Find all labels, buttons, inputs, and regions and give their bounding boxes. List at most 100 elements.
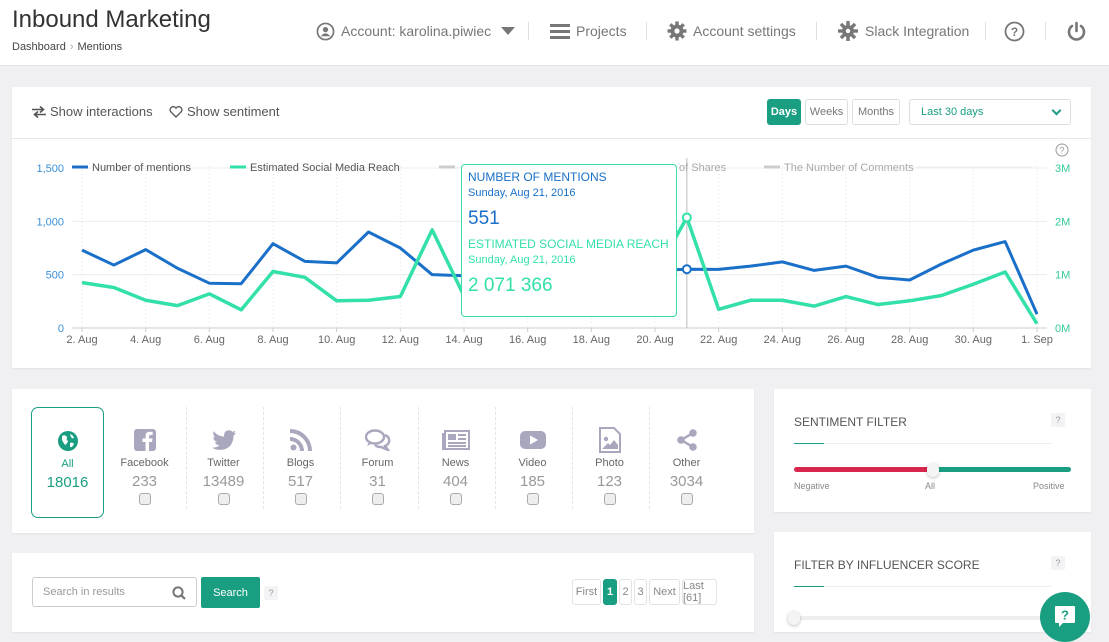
mentions-chart-panel: Show interactions Show sentiment Days We… <box>12 87 1091 368</box>
legend-label: The Number of Comments <box>784 162 914 174</box>
influencer-filter-title: FILTER BY INFLUENCER SCORE <box>794 558 980 572</box>
influencer-slider-track[interactable] <box>794 616 1051 620</box>
source-photo[interactable]: Photo 123 <box>573 407 646 518</box>
influencer-help-icon[interactable]: ? <box>1051 556 1065 570</box>
y-right-tick-label: 3M <box>1055 163 1070 175</box>
search-button[interactable]: Search <box>201 577 260 608</box>
nav-projects[interactable]: Projects <box>550 16 627 46</box>
y-left-tick-label: 1,500 <box>36 163 64 175</box>
nav-slack-integration[interactable]: Slack Integration <box>837 16 969 46</box>
highlight-point-reach <box>681 212 692 223</box>
comments-icon <box>364 429 390 451</box>
newspaper-icon <box>441 430 470 450</box>
tooltip-mentions-date: Sunday, Aug 21, 2016 <box>468 187 576 199</box>
pagination-page-2[interactable]: 2 <box>619 579 632 605</box>
sentiment-slider-handle[interactable] <box>927 463 939 477</box>
source-label: News <box>441 457 470 469</box>
pagination-page-1[interactable]: 1 <box>603 579 617 605</box>
source-facebook[interactable]: Facebook 233 <box>108 407 181 518</box>
source-checkbox[interactable] <box>449 493 462 505</box>
twitter-icon <box>211 430 236 450</box>
source-checkbox[interactable] <box>526 493 539 505</box>
y-right-tick-label: 1M <box>1055 270 1070 282</box>
y-left-tick-label: 1,000 <box>36 216 64 228</box>
chart-tooltip: NUMBER OF MENTIONS Sunday, Aug 21, 2016 … <box>461 164 677 317</box>
source-count: 18016 <box>46 474 89 491</box>
source-filter-panel: All 18016 Facebook 233 Twitter 13489 Blo… <box>12 389 754 533</box>
x-tick-label: 30. Aug <box>955 334 992 346</box>
source-twitter[interactable]: Twitter 13489 <box>187 407 260 518</box>
source-checkbox[interactable] <box>217 493 230 505</box>
sentiment-filter-panel: SENTIMENT FILTER ? Negative All Positive <box>774 389 1091 512</box>
source-all[interactable]: All 18016 <box>31 407 104 518</box>
facebook-icon <box>133 429 156 451</box>
pagination-page-3[interactable]: 3 <box>634 579 647 605</box>
source-count: 123 <box>596 473 623 490</box>
source-count: 517 <box>287 473 314 490</box>
nav-divider <box>1045 22 1046 40</box>
source-count: 31 <box>369 473 386 490</box>
influencer-slider-handle[interactable] <box>788 611 800 625</box>
globe-icon <box>57 431 78 451</box>
search-placeholder: Search in results <box>43 586 125 598</box>
title-underline <box>794 443 1051 444</box>
search-help-icon[interactable]: ? <box>264 586 278 600</box>
x-tick-label: 28. Aug <box>891 334 928 346</box>
tooltip-mentions-title: NUMBER OF MENTIONS <box>468 170 607 184</box>
gear-icon <box>667 21 687 41</box>
question-circle-icon: ? <box>1004 21 1025 41</box>
x-tick-label: 8. Aug <box>257 334 288 346</box>
source-blogs[interactable]: Blogs 517 <box>264 407 337 518</box>
cogs-icon <box>838 21 858 41</box>
x-tick-label: 22. Aug <box>700 334 737 346</box>
legend-label: Number of mentions <box>92 162 192 174</box>
source-checkbox[interactable] <box>371 493 384 505</box>
x-tick-label: 24. Aug <box>764 334 801 346</box>
x-tick-label: 12. Aug <box>382 334 419 346</box>
nav-divider <box>528 22 529 40</box>
source-forum[interactable]: Forum 31 <box>341 407 414 518</box>
source-label: Photo <box>595 457 624 469</box>
account-menu[interactable]: Account: karolina.piwiec <box>316 16 516 46</box>
breadcrumb-dashboard[interactable]: Dashboard <box>12 41 66 53</box>
top-bar: Inbound Marketing Dashboard › Mentions Acc… <box>0 0 1109 66</box>
source-checkbox[interactable] <box>680 493 693 505</box>
source-checkbox[interactable] <box>603 493 616 505</box>
x-tick-label: 2. Aug <box>66 334 97 346</box>
help-button[interactable]: ? <box>1004 16 1025 46</box>
power-icon <box>1067 21 1086 41</box>
chat-help-button[interactable]: ? <box>1040 592 1090 642</box>
slack-integration-label: Slack Integration <box>865 23 970 39</box>
highlight-point-mentions <box>681 264 692 275</box>
tooltip-reach-title: ESTIMATED SOCIAL MEDIA REACH <box>468 237 669 251</box>
breadcrumb: Dashboard › Mentions <box>12 41 122 53</box>
nav-account-settings[interactable]: Account settings <box>667 16 796 46</box>
source-news[interactable]: News 404 <box>419 407 492 518</box>
x-tick-label: 18. Aug <box>573 334 610 346</box>
sentiment-negative-track[interactable] <box>794 467 934 472</box>
pagination-next[interactable]: Next <box>649 579 680 605</box>
sentiment-positive-label: Positive <box>1033 481 1065 491</box>
source-video[interactable]: Video 185 <box>496 407 569 518</box>
source-other[interactable]: Other 3034 <box>650 407 723 518</box>
source-label: Other <box>672 457 701 469</box>
source-checkbox[interactable] <box>294 493 307 505</box>
sentiment-all-label: All <box>925 481 936 491</box>
share-icon <box>676 429 697 451</box>
tooltip-reach-value: 2 071 366 <box>468 275 553 296</box>
pagination-first[interactable]: First <box>572 579 601 605</box>
sentiment-help-icon[interactable]: ? <box>1051 413 1065 427</box>
logout-button[interactable] <box>1066 16 1087 46</box>
account-label: Account: karolina.piwiec <box>341 23 492 39</box>
nav-divider <box>985 22 986 40</box>
pagination-last[interactable]: Last [61] <box>682 579 717 605</box>
search-input[interactable]: Search in results <box>32 577 197 607</box>
x-tick-label: 14. Aug <box>445 334 482 346</box>
menu-icon <box>550 24 570 39</box>
search-icon <box>172 586 186 600</box>
app-title: Inbound Marketing <box>12 6 211 33</box>
source-checkbox[interactable] <box>138 493 151 505</box>
breadcrumb-separator: › <box>69 41 74 53</box>
sentiment-positive-track[interactable] <box>934 467 1071 472</box>
source-label: Facebook <box>120 457 169 469</box>
